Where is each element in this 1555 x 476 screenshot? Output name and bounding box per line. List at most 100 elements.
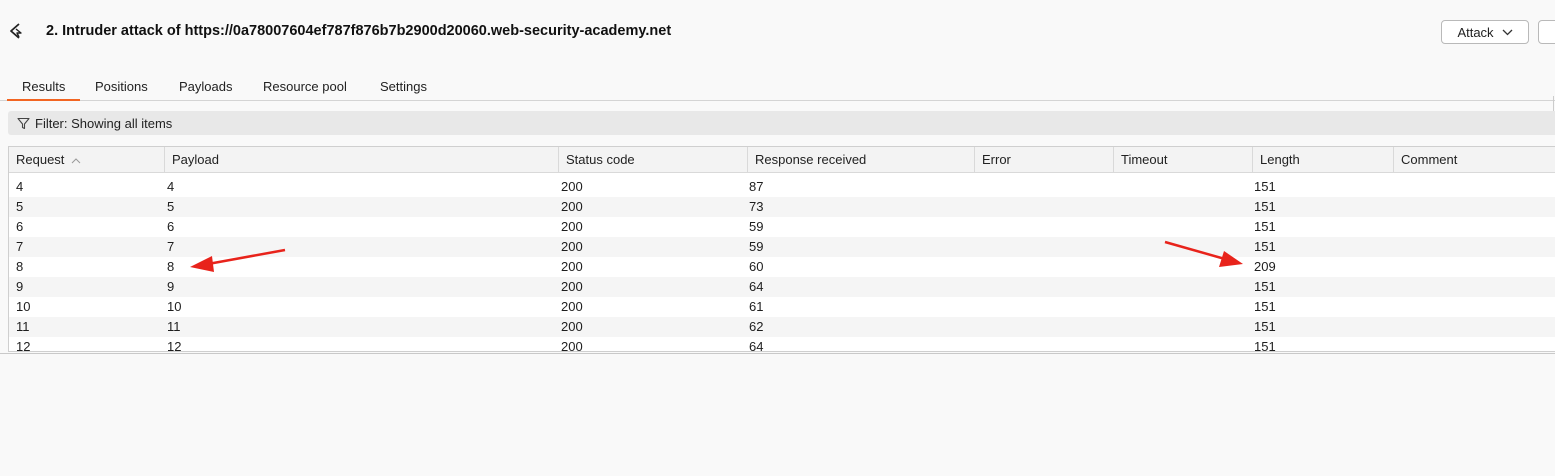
cell-status-code: 200	[561, 179, 583, 194]
cell-response-received: 73	[749, 199, 764, 214]
table-row[interactable]: 12 12 200 64 151	[9, 337, 1555, 352]
results-table: Request Payload Status code Response rec…	[8, 146, 1555, 352]
cell-error	[970, 257, 977, 277]
table-row[interactable]: 4 4 200 87 151	[9, 177, 1555, 197]
cell-comment	[1389, 217, 1396, 237]
cell-payload: 11	[167, 319, 181, 334]
cell-error	[970, 197, 977, 217]
page-title: 2. Intruder attack of https://0a78007604…	[46, 23, 672, 39]
cell-length: 151	[1254, 299, 1276, 314]
cell-payload: 8	[167, 259, 175, 274]
cell-length: 151	[1254, 319, 1276, 334]
cell-error	[970, 317, 977, 337]
cell-request: 4	[16, 179, 24, 194]
table-row[interactable]: 9 9 200 64 151	[9, 277, 1555, 297]
cell-comment	[1389, 297, 1396, 317]
column-status-code[interactable]: Status code	[558, 147, 748, 173]
cell-timeout	[1109, 297, 1116, 317]
cell-request: 10	[16, 299, 31, 314]
cell-length: 151	[1254, 199, 1276, 214]
cell-comment	[1389, 237, 1396, 257]
pane-divider[interactable]	[0, 353, 1555, 354]
table-row[interactable]: 10 10 200 61 151	[9, 297, 1555, 317]
column-comment[interactable]: Comment	[1393, 147, 1555, 173]
chevron-down-icon	[1502, 29, 1513, 35]
cell-status-code: 200	[561, 239, 583, 254]
tab-resource-pool[interactable]: Resource pool	[248, 78, 362, 100]
window-header: 2. Intruder attack of https://0a78007604…	[0, 0, 1555, 64]
column-error[interactable]: Error	[974, 147, 1114, 173]
cell-payload: 12	[167, 339, 182, 352]
cell-timeout	[1109, 197, 1116, 217]
cell-response-received: 64	[749, 279, 764, 294]
cell-payload: 9	[167, 279, 175, 294]
tab-payloads[interactable]: Payloads	[164, 78, 247, 100]
cell-error	[970, 177, 977, 197]
cell-response-received: 59	[749, 219, 764, 234]
cell-request: 12	[16, 339, 31, 352]
cell-length: 151	[1254, 279, 1276, 294]
cell-request: 7	[16, 239, 24, 254]
table-row[interactable]: 7 7 200 59 151	[9, 237, 1555, 257]
cell-response-received: 64	[749, 339, 764, 352]
cell-status-code: 200	[561, 279, 583, 294]
cell-length: 209	[1254, 259, 1276, 274]
filter-bar[interactable]: Filter: Showing all items	[8, 111, 1555, 135]
cell-timeout	[1109, 177, 1116, 197]
cell-comment	[1389, 317, 1396, 337]
cell-payload: 5	[167, 199, 175, 214]
cell-error	[970, 217, 977, 237]
tab-settings[interactable]: Settings	[365, 78, 442, 100]
cell-length: 151	[1254, 339, 1276, 352]
cell-error	[970, 277, 977, 297]
cell-comment	[1389, 337, 1396, 351]
funnel-icon	[17, 117, 30, 129]
options-button[interactable]	[1538, 20, 1555, 44]
cell-response-received: 59	[749, 239, 764, 254]
cell-status-code: 200	[561, 199, 583, 214]
tab-positions[interactable]: Positions	[80, 78, 163, 100]
filter-label: Filter: Showing all items	[35, 115, 173, 131]
cell-response-received: 62	[749, 319, 764, 334]
cell-request: 11	[16, 319, 30, 334]
cell-comment	[1389, 177, 1396, 197]
cell-payload: 4	[167, 179, 175, 194]
burp-intruder-icon	[10, 23, 22, 39]
cell-timeout	[1109, 337, 1116, 351]
attack-button-label: Attack	[1457, 24, 1494, 40]
cell-length: 151	[1254, 219, 1276, 234]
cell-response-received: 60	[749, 259, 764, 274]
table-row[interactable]: 8 8 200 60 209	[9, 257, 1555, 277]
cell-status-code: 200	[561, 259, 583, 274]
column-timeout[interactable]: Timeout	[1113, 147, 1253, 173]
cell-timeout	[1109, 217, 1116, 237]
table-row[interactable]: 6 6 200 59 151	[9, 217, 1555, 237]
cell-status-code: 200	[561, 219, 583, 234]
cell-request: 9	[16, 279, 24, 294]
cell-request: 5	[16, 199, 24, 214]
sort-ascending-icon	[71, 157, 81, 163]
column-payload[interactable]: Payload	[164, 147, 559, 173]
column-length[interactable]: Length	[1252, 147, 1394, 173]
cell-response-received: 87	[749, 179, 764, 194]
cell-request: 8	[16, 259, 24, 274]
tab-bar: Results Positions Payloads Resource pool…	[0, 78, 1555, 101]
tab-results[interactable]: Results	[7, 78, 81, 101]
table-row[interactable]: 11 11 200 62 151	[9, 317, 1555, 337]
cell-error	[970, 337, 977, 351]
column-request[interactable]: Request	[9, 147, 165, 173]
cell-timeout	[1109, 237, 1116, 257]
cell-request: 6	[16, 219, 24, 234]
cell-payload: 10	[167, 299, 182, 314]
table-row[interactable]: 5 5 200 73 151	[9, 197, 1555, 217]
cell-comment	[1389, 277, 1396, 297]
attack-button[interactable]: Attack	[1441, 20, 1529, 44]
table-header: Request Payload Status code Response rec…	[9, 147, 1555, 173]
cell-payload: 6	[167, 219, 175, 234]
cell-length: 151	[1254, 239, 1276, 254]
cell-comment	[1389, 257, 1396, 277]
column-request-label: Request	[16, 152, 65, 167]
cell-error	[970, 297, 977, 317]
cell-timeout	[1109, 257, 1116, 277]
column-response-received[interactable]: Response received	[747, 147, 975, 173]
